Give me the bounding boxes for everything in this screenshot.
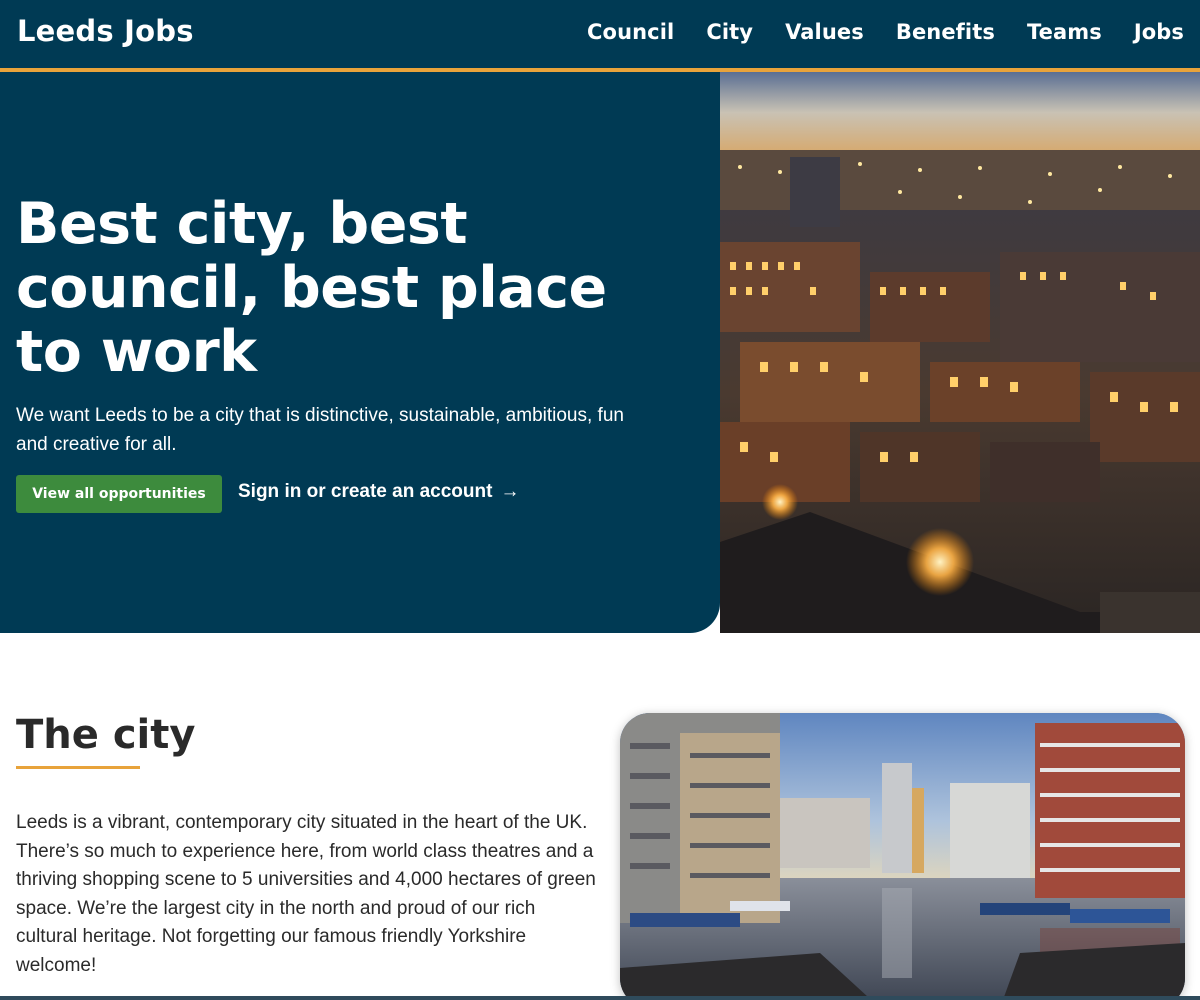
nav-link-benefits[interactable]: Benefits [896,20,995,44]
nav-link-teams[interactable]: Teams [1027,20,1102,44]
footer-edge-bar [0,996,1200,1000]
signin-link-label: Sign in or create an account [238,481,493,502]
site-header: Leeds Jobs Council City Values Benefits … [0,0,1200,72]
hero-description: We want Leeds to be a city that is disti… [16,405,624,455]
nav-link-council[interactable]: Council [587,20,674,44]
arrow-right-icon: → [500,481,520,502]
city-dock-illustration [620,713,1185,1000]
signin-link[interactable]: Sign in or create an account → [238,481,519,503]
nav-link-values[interactable]: Values [785,20,864,44]
section-title-the-city: The city [16,712,196,758]
nav-link-city[interactable]: City [706,20,753,44]
city-section-body: Leeds is a vibrant, contemporary city si… [16,812,596,976]
city-night-illustration [720,72,1200,633]
city-dock-image [620,713,1185,1000]
main-nav: Council City Values Benefits Teams Jobs [555,20,1184,44]
brand-logo-link[interactable]: Leeds Jobs [17,14,194,48]
hero-city-night-image [720,72,1200,633]
nav-link-jobs[interactable]: Jobs [1134,20,1184,44]
hero-title: Best city, best council, best place to w… [16,191,607,385]
title-underline [16,766,140,769]
view-all-opportunities-button[interactable]: View all opportunities [16,475,222,513]
